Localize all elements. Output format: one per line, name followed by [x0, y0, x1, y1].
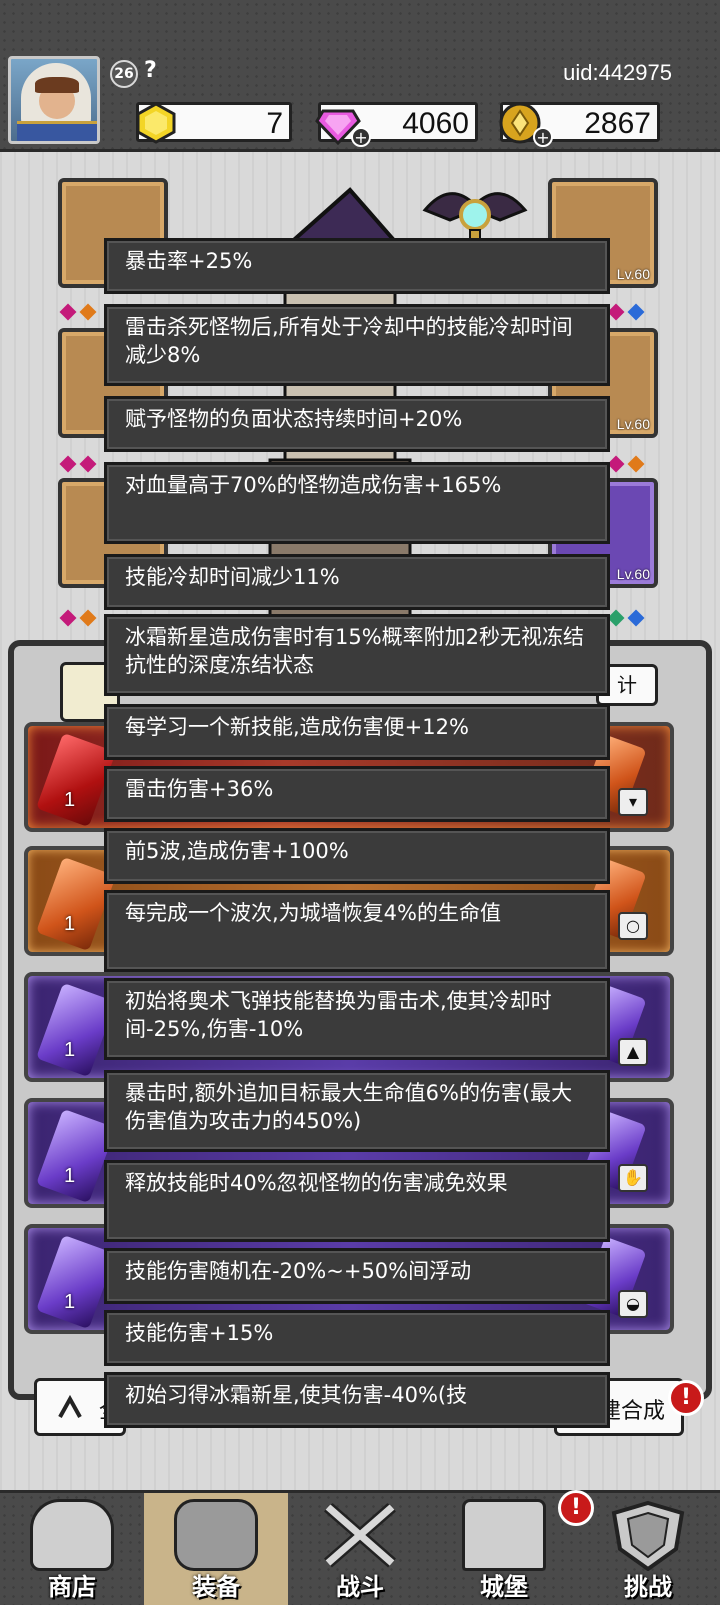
- item-count: 1: [64, 1165, 76, 1187]
- user-id: uid:442975: [563, 60, 672, 85]
- tooltip-effect: 前5波,造成伤害+100%: [104, 828, 610, 884]
- tooltip-effect: 对血量高于70%的怪物造成伤害+165%: [104, 462, 610, 544]
- item-count: 1: [64, 1039, 76, 1061]
- nav-equipment-label: 装备: [192, 1573, 240, 1601]
- merge-alert-badge: !: [668, 1380, 704, 1416]
- armor-slot-icon: ▲: [618, 1038, 648, 1066]
- gem-sockets-right-2: [607, 455, 650, 474]
- gem-sockets-left-2: [59, 455, 102, 474]
- coin-count: 2867: [584, 107, 651, 140]
- castle-icon: [462, 1499, 546, 1571]
- item-count: 1: [64, 789, 76, 811]
- player-avatar[interactable]: [8, 56, 100, 144]
- tooltip-effect: 技能伤害+15%: [104, 1310, 610, 1366]
- gem-sockets-right-3: [607, 609, 650, 628]
- gold-gem-resource: 7: [136, 102, 292, 144]
- tooltip-effect: 初始将奥术飞弹技能替换为雷击术,使其冷却时间-25%,伤害-10%: [104, 978, 610, 1060]
- nav-equipment[interactable]: 装备: [144, 1493, 288, 1605]
- tooltip-effect: 冰霜新星造成伤害时有15%概率附加2秒无视冻结抗性的深度冻结状态: [104, 614, 610, 696]
- stats-button-label: 计: [617, 673, 637, 697]
- chevron-up-icon: [58, 1394, 82, 1418]
- nav-battle-label: 战斗: [336, 1573, 384, 1601]
- tooltip-effect: 赋予怪物的负面状态持续时间+20%: [104, 396, 610, 452]
- nav-challenge[interactable]: 挑战: [576, 1493, 720, 1605]
- tooltip-effect: 初始习得冰霜新星,使其伤害-40%(技: [104, 1372, 610, 1428]
- slot-level: Lv.60: [616, 416, 650, 432]
- tooltip-effect: 暴击率+25%: [104, 238, 610, 294]
- tooltip-effect: 技能冷却时间减少11%: [104, 554, 610, 610]
- gem-sockets-left-1: [59, 303, 102, 322]
- item-count: 1: [64, 1291, 76, 1313]
- shield-icon: [611, 1500, 685, 1571]
- tooltip-effect: 暴击时,额外追加目标最大生命值6%的伤害(最大伤害值为攻击力的450%): [104, 1070, 610, 1152]
- backpack-icon: [174, 1499, 258, 1571]
- tooltip-effect: 技能伤害随机在-20%~+50%间浮动: [104, 1248, 610, 1304]
- diamond-resource: + 4060: [315, 102, 478, 147]
- nav-challenge-label: 挑战: [624, 1573, 672, 1601]
- shop-icon: [30, 1499, 114, 1571]
- glove-slot-icon: ✋: [618, 1164, 648, 1192]
- gold-gem-count: 7: [266, 107, 283, 140]
- crossed-swords-icon: [324, 1502, 396, 1568]
- item-count: 1: [64, 913, 76, 935]
- tooltip-effect: 每完成一个波次,为城墙恢复4%的生命值: [104, 890, 610, 972]
- tooltip-effect: 释放技能时40%忽视怪物的伤害减免效果: [104, 1160, 610, 1242]
- boots-slot-icon: ▾: [618, 788, 648, 816]
- tooltip-effect: 雷击杀死怪物后,所有处于冷却中的技能冷却时间减少8%: [104, 304, 610, 386]
- player-level-badge: 26: [110, 60, 138, 88]
- gem-sockets-left-3: [59, 609, 102, 628]
- nav-battle[interactable]: 战斗: [288, 1493, 432, 1605]
- castle-alert-badge: !: [558, 1490, 594, 1526]
- add-coin-button[interactable]: +: [533, 127, 553, 147]
- gem-sockets-right-1: [607, 303, 650, 322]
- ring-slot-icon: ○: [618, 912, 648, 940]
- slot-level: Lv.60: [616, 566, 650, 582]
- nav-shop-label: 商店: [48, 1573, 96, 1601]
- bottom-navigation: 商店 装备 战斗 城堡 挑战: [0, 1490, 720, 1605]
- player-name[interactable]: ?: [144, 58, 157, 83]
- gold-gem-icon: [136, 102, 176, 144]
- slot-level: Lv.60: [616, 266, 650, 282]
- nav-castle-label: 城堡: [480, 1573, 528, 1601]
- coin-resource: + 2867: [499, 102, 660, 147]
- helmet-slot-icon: ◒: [618, 1290, 648, 1318]
- top-bar: 26 ? uid:442975 7 + 4060 + 2867: [0, 0, 720, 152]
- diamond-count: 4060: [402, 107, 469, 140]
- tooltip-effect: 雷击伤害+36%: [104, 766, 610, 822]
- nav-castle[interactable]: 城堡: [432, 1493, 576, 1605]
- add-diamond-button[interactable]: +: [351, 127, 371, 147]
- nav-shop[interactable]: 商店: [0, 1493, 144, 1605]
- tooltip-effect: 每学习一个新技能,造成伤害便+12%: [104, 704, 610, 760]
